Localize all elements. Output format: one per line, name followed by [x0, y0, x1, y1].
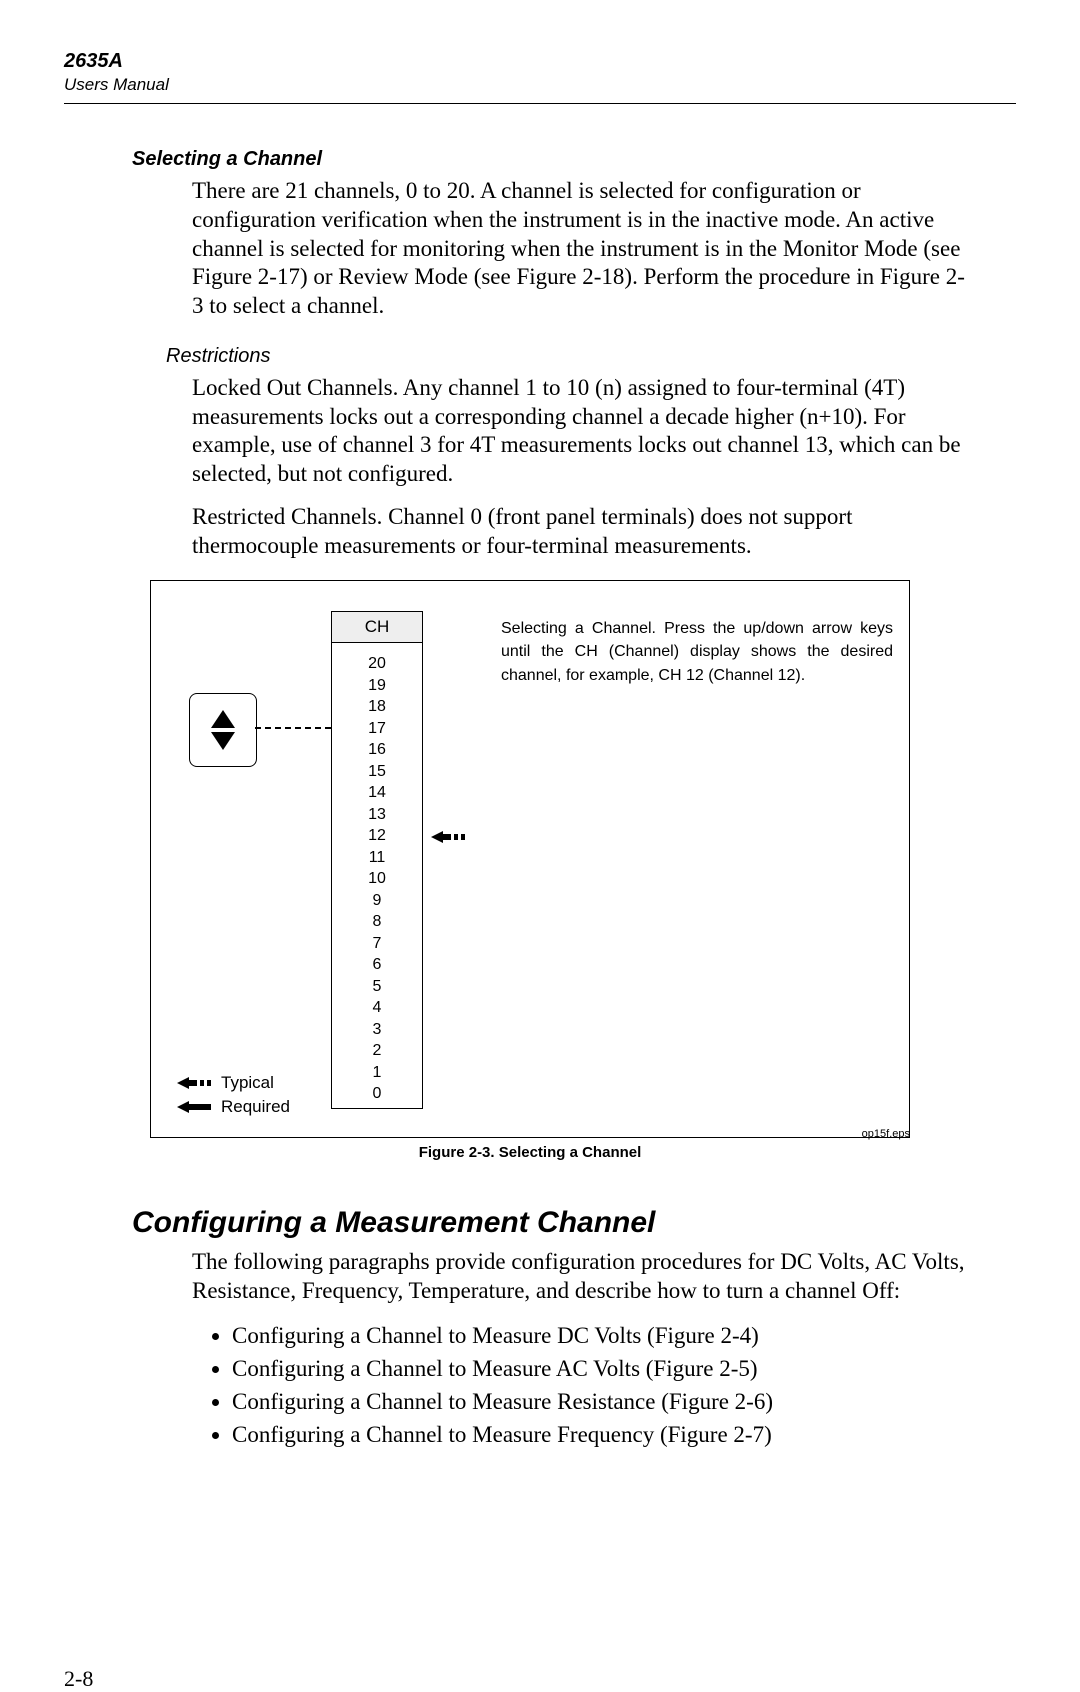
connector-line: [255, 727, 331, 729]
para-restrictions-2: Restricted Channels. Channel 0 (front pa…: [192, 503, 974, 561]
header-rule: [64, 103, 1016, 104]
heading-restrictions: Restrictions: [166, 345, 1016, 368]
pointer-typical-icon: [431, 827, 471, 845]
channel-value: 13: [368, 804, 386, 826]
para-selecting-channel: There are 21 channels, 0 to 20. A channe…: [192, 177, 974, 321]
channel-value: 9: [373, 890, 382, 912]
channel-value: 4: [373, 997, 382, 1019]
channel-value: 20: [368, 653, 386, 675]
channel-value: 14: [368, 782, 386, 804]
legend-typical-icon: [177, 1076, 211, 1090]
list-item: Configuring a Channel to Measure AC Volt…: [232, 1353, 974, 1384]
list-item: Configuring a Channel to Measure DC Volt…: [232, 1320, 974, 1351]
channel-value: 5: [373, 976, 382, 998]
channel-value: 18: [368, 696, 386, 718]
figure-caption: Figure 2-3. Selecting a Channel: [150, 1144, 910, 1161]
channel-value: 6: [373, 954, 382, 976]
legend-required-label: Required: [221, 1097, 290, 1117]
channel-value: 3: [373, 1019, 382, 1041]
channel-value: 16: [368, 739, 386, 761]
channel-value: 8: [373, 911, 382, 933]
channel-column: CH 20191817161514131211109876543210: [331, 611, 423, 1109]
channel-value: 11: [369, 847, 386, 869]
header-manual: Users Manual: [64, 75, 1016, 95]
channel-value: 2: [373, 1040, 382, 1062]
channel-value: 15: [368, 761, 386, 783]
arrow-down-icon: [211, 732, 235, 750]
list-item: Configuring a Channel to Measure Frequen…: [232, 1419, 974, 1450]
para-configuring-intro: The following paragraphs provide configu…: [192, 1248, 974, 1306]
page-number: 2-8: [64, 1666, 93, 1692]
channel-value: 1: [373, 1062, 382, 1084]
channel-column-header: CH: [332, 612, 422, 643]
configuring-list: Configuring a Channel to Measure DC Volt…: [232, 1320, 974, 1450]
updown-key-icon: [189, 693, 257, 767]
channel-value: 7: [373, 933, 382, 955]
channel-value: 0: [373, 1083, 382, 1105]
channel-value: 10: [368, 868, 386, 890]
figure-instruction-text: Selecting a Channel. Press the up/down a…: [501, 617, 893, 687]
heading-configuring-measurement-channel: Configuring a Measurement Channel: [132, 1206, 1016, 1240]
channel-value: 17: [368, 718, 386, 740]
list-item: Configuring a Channel to Measure Resista…: [232, 1386, 974, 1417]
arrow-up-icon: [211, 710, 235, 728]
channel-value: 19: [368, 675, 386, 697]
figure-legend: Typical Required: [177, 1071, 290, 1119]
header-model: 2635A: [64, 50, 1016, 73]
figure-eps-label: op15f.eps: [862, 1128, 910, 1140]
channel-value: 12: [368, 825, 386, 847]
para-restrictions-1: Locked Out Channels. Any channel 1 to 10…: [192, 374, 974, 489]
legend-typical-label: Typical: [221, 1073, 274, 1093]
figure-2-3: CH 20191817161514131211109876543210: [150, 580, 910, 1168]
legend-required-icon: [177, 1100, 211, 1114]
heading-selecting-channel: Selecting a Channel: [132, 148, 1016, 171]
